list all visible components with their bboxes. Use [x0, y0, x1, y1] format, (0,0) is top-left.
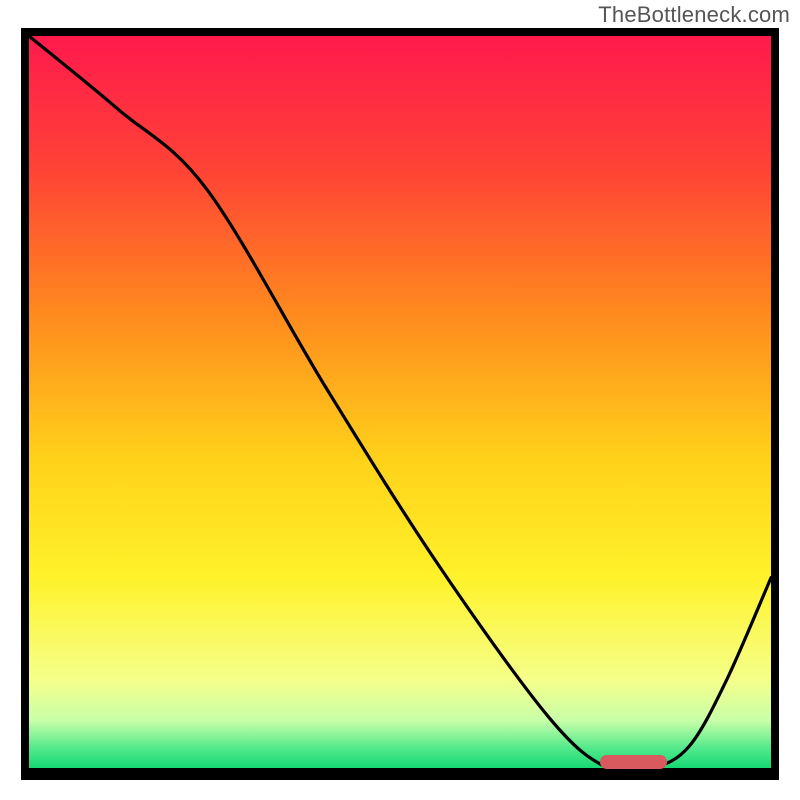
plot-border	[21, 28, 779, 780]
bottleneck-curve	[29, 36, 771, 768]
chart-frame: TheBottleneck.com	[0, 0, 800, 800]
optimal-range-marker	[600, 755, 667, 769]
attribution-text: TheBottleneck.com	[598, 2, 790, 28]
curve-layer	[29, 36, 771, 768]
plot-area	[29, 36, 771, 768]
